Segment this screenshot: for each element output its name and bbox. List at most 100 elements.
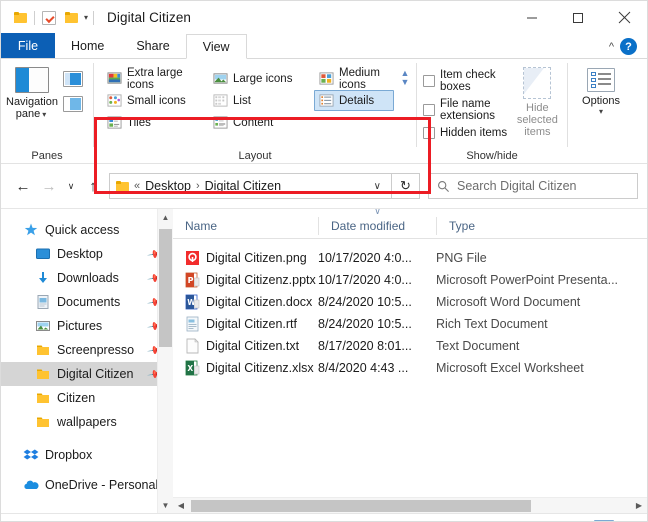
back-button[interactable]: ← — [10, 173, 36, 199]
status-bar: 6 items — [1, 513, 647, 521]
chevron-down-icon[interactable]: ▾ — [82, 13, 90, 22]
layout-small-icons[interactable]: Small icons — [102, 90, 208, 111]
collapse-ribbon-icon[interactable]: ^ — [609, 41, 614, 53]
file-name-extensions-option[interactable]: File name extensions — [423, 98, 508, 122]
scroll-down-icon[interactable]: ▼ — [158, 497, 174, 513]
file-list-horizontal-scrollbar[interactable]: ◀ ▶ — [173, 497, 647, 513]
file-type-cell: PNG File — [436, 251, 487, 265]
column-header-type[interactable]: Type — [436, 217, 647, 235]
table-row[interactable]: P Digital Citizenz.pptx 10/17/2020 4:0..… — [173, 269, 647, 291]
table-row[interactable]: X Digital Citizenz.xlsx 8/4/2020 4:43 ..… — [173, 357, 647, 379]
downloads-icon — [39, 272, 47, 283]
file-name-cell: Digital Citizen.png — [173, 250, 318, 266]
navigation-pane-button[interactable]: Navigation pane ▾ — [1, 63, 63, 120]
preview-pane-icon[interactable] — [63, 71, 83, 87]
folder-icon — [37, 345, 49, 355]
sidebar-item-desktop[interactable]: Desktop 📌 — [1, 242, 173, 266]
options-button[interactable]: Options ▾ — [568, 63, 634, 116]
refresh-button[interactable]: ↻ — [392, 173, 420, 199]
sidebar-item-label: Citizen — [57, 391, 96, 405]
column-header-name[interactable]: Name — [173, 217, 318, 235]
ribbon-tab-strip: File Home Share View ^ ? — [1, 33, 647, 59]
table-row[interactable]: Digital Citizen.rtf 8/24/2020 10:5... Ri… — [173, 313, 647, 335]
scrollbar-track[interactable] — [189, 498, 631, 514]
sidebar-item-quick-access[interactable]: Quick access — [1, 218, 173, 242]
column-headers: Name ∨ Date modified Type — [173, 209, 647, 239]
sidebar-item-digital-citizen[interactable]: Digital Citizen 📌 — [1, 362, 173, 386]
maximize-button[interactable] — [555, 1, 601, 34]
scrollbar-thumb[interactable] — [191, 499, 531, 512]
layout-medium-icons[interactable]: Medium icons — [314, 67, 394, 91]
sidebar-item-documents[interactable]: Documents 📌 — [1, 290, 173, 314]
scroll-left-icon[interactable]: ◀ — [173, 498, 189, 514]
up-button[interactable]: ↑ — [80, 173, 106, 199]
tab-home[interactable]: Home — [55, 33, 120, 58]
breadcrumb-separator-icon: › — [195, 180, 200, 192]
recent-locations-button[interactable]: ∨ — [62, 173, 80, 199]
layout-details[interactable]: Details — [314, 90, 394, 111]
close-button[interactable] — [601, 1, 647, 34]
qat-new-folder-button[interactable] — [60, 7, 82, 29]
layout-item-label: Details — [339, 94, 375, 107]
chevron-down-icon[interactable]: ∨ — [368, 181, 387, 192]
layout-content[interactable]: Content — [208, 112, 314, 133]
column-header-date-modified[interactable]: ∨ Date modified — [318, 209, 436, 235]
layout-tiles[interactable]: Tiles — [102, 112, 208, 133]
tab-view[interactable]: View — [185, 34, 247, 59]
layout-extra-large-icons[interactable]: Extra large icons — [102, 67, 208, 91]
checkbox-icon[interactable] — [423, 75, 435, 87]
layout-item-label: Tiles — [127, 116, 151, 129]
star-icon — [24, 223, 38, 236]
sidebar-item-pictures[interactable]: Pictures 📌 — [1, 314, 173, 338]
layout-item-label: Small icons — [127, 94, 186, 107]
onedrive-icon — [24, 480, 39, 489]
sidebar-item-wallpapers[interactable]: wallpapers — [1, 410, 173, 434]
layout-large-icons[interactable]: Large icons — [208, 68, 314, 89]
hidden-items-option[interactable]: Hidden items — [423, 127, 508, 139]
options-label: Options — [582, 95, 620, 107]
sidebar-item-onedrive[interactable]: OneDrive - Personal — [1, 473, 173, 497]
minimize-button[interactable] — [509, 1, 555, 34]
sidebar-item-screenpresso[interactable]: Screenpresso 📌 — [1, 338, 173, 362]
tab-share[interactable]: Share — [120, 33, 185, 58]
search-input[interactable]: Search Digital Citizen — [428, 173, 638, 199]
scroll-down-icon[interactable]: ▼ — [401, 78, 410, 87]
sidebar-item-label: Quick access — [45, 223, 120, 237]
table-row[interactable]: W Digital Citizen.docx 8/24/2020 10:5...… — [173, 291, 647, 313]
breadcrumb-overflow-icon[interactable]: « — [129, 180, 145, 192]
navigation-pane-icon — [15, 67, 49, 93]
sidebar-item-label: wallpapers — [57, 415, 117, 429]
breadcrumb-digital-citizen[interactable]: Digital Citizen — [205, 179, 281, 193]
chevron-down-icon[interactable]: ▾ — [40, 110, 48, 119]
panes-group-label: Panes — [31, 149, 63, 162]
details-pane-icon[interactable] — [63, 96, 83, 112]
quick-access-toolbar: ▾ — [9, 7, 97, 29]
scrollbar-thumb[interactable] — [158, 229, 172, 347]
scroll-right-icon[interactable]: ▶ — [631, 498, 647, 514]
sidebar-item-dropbox[interactable]: Dropbox — [1, 443, 173, 467]
navigation-pane-scrollbar[interactable]: ▲ ▼ — [157, 209, 173, 513]
checkbox-icon[interactable] — [423, 127, 435, 139]
sidebar-item-label: Documents — [57, 295, 121, 309]
item-check-boxes-option[interactable]: Item check boxes — [423, 69, 508, 93]
checkbox-icon[interactable] — [423, 104, 435, 116]
address-bar: ← → ∨ ↑ « Desktop › Digital Citizen ∨ ↻ … — [1, 164, 647, 209]
breadcrumb[interactable]: « Desktop › Digital Citizen ∨ — [109, 173, 392, 199]
scroll-up-icon[interactable]: ▲ — [158, 209, 174, 225]
sidebar-item-label: Dropbox — [45, 448, 93, 462]
qat-folder-properties-button[interactable] — [9, 7, 31, 29]
qat-checkbox-button[interactable] — [38, 7, 60, 29]
table-row[interactable]: Digital Citizen.png 10/17/2020 4:0... PN… — [173, 247, 647, 269]
scrollbar-track[interactable] — [158, 225, 174, 497]
tab-file[interactable]: File — [1, 33, 55, 58]
forward-button[interactable]: → — [36, 173, 62, 199]
layout-list[interactable]: List — [208, 90, 314, 111]
sidebar-item-downloads[interactable]: Downloads 📌 — [1, 266, 173, 290]
ribbon-group-layout: Extra large icons Large icons Medium ico… — [94, 59, 416, 164]
table-row[interactable]: Digital Citizen.txt 8/17/2020 8:01... Te… — [173, 335, 647, 357]
help-icon[interactable]: ? — [620, 38, 637, 55]
ribbon-group-panes: Navigation pane ▾ Panes — [1, 59, 93, 164]
chevron-down-icon[interactable]: ▾ — [599, 108, 603, 116]
breadcrumb-desktop[interactable]: Desktop — [145, 179, 191, 193]
sidebar-item-citizen[interactable]: Citizen — [1, 386, 173, 410]
